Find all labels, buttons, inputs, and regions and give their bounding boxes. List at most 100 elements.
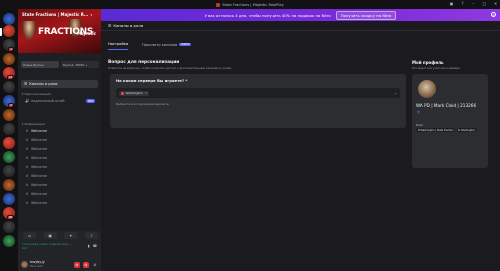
- window-title-text: State Fractions | Majestic RolePlay: [222, 2, 284, 7]
- server-banner[interactable]: State Fractions | Majestic R... ▾ FRACTI…: [18, 9, 101, 53]
- remove-icon[interactable]: ✕: [145, 91, 148, 95]
- server-boost-tags: Новые Братья Братья: 38030 +: [21, 61, 99, 68]
- server-icon[interactable]: 14: [3, 67, 15, 79]
- channel-item[interactable]: # Welcome: [21, 154, 98, 162]
- channels-roles-icon: ☰: [108, 23, 112, 28]
- nitro-promo-text: У вас осталось 4 дня, чтобы получить 40%…: [204, 12, 331, 18]
- inbox-icon[interactable]: ▣: [449, 1, 454, 6]
- minimize-button[interactable]: –: [471, 1, 476, 6]
- chevron-down-icon: ▾: [90, 12, 92, 17]
- new-badge: НОВОЕ: [179, 42, 192, 47]
- activity-icon[interactable]: ✦: [64, 232, 78, 239]
- add-server-icon[interactable]: [3, 235, 15, 247]
- channel-item[interactable]: # Welcome: [21, 136, 98, 144]
- channel-item[interactable]: # Welcome: [21, 199, 98, 207]
- profile-subheading: Это видят все участники сервера: [412, 66, 460, 70]
- soundboard-icon[interactable]: ♪: [84, 232, 98, 239]
- server-icon[interactable]: [3, 53, 15, 65]
- hash-icon: #: [25, 147, 29, 151]
- user-status: Не в сети: [30, 264, 43, 268]
- hash-icon: #: [25, 129, 29, 133]
- banner-figure: [22, 21, 36, 41]
- category-header[interactable]: ▾ Пресонализация: [22, 92, 51, 96]
- hash-icon: #: [25, 183, 29, 187]
- camera-icon[interactable]: ▭: [23, 232, 36, 239]
- headphones-muted-icon[interactable]: ⊘: [83, 262, 89, 268]
- option-icon: [121, 91, 124, 95]
- server-select[interactable]: Washington ✕ ⌄: [116, 88, 400, 98]
- server-icon-state-fractions[interactable]: [3, 25, 15, 37]
- server-icon[interactable]: [3, 151, 15, 163]
- channel-name: Welcome: [31, 138, 48, 142]
- user-panel[interactable]: mayby.jy Не в сети: [21, 261, 45, 268]
- tab-setup[interactable]: Настройка: [108, 42, 129, 50]
- sidebar-item-channels-roles[interactable]: ☰ Каналы и роли: [21, 80, 98, 88]
- server-name[interactable]: State Fractions | Majestic R... ▾: [22, 12, 92, 17]
- window-titlebar: State Fractions | Majestic RolePlay ▣ ? …: [0, 0, 500, 9]
- server-icon[interactable]: [3, 123, 15, 135]
- hash-icon: #: [25, 174, 29, 178]
- profile-section-header: Мой профиль Это видят все участники серв…: [412, 60, 492, 70]
- shield-icon: ⛨: [417, 110, 420, 115]
- channel-item[interactable]: # Welcome: [21, 145, 98, 153]
- server-name-text: State Fractions | Majestic R...: [22, 12, 89, 17]
- selected-option-chip[interactable]: Washington ✕: [119, 90, 150, 96]
- selected-option-label: Washington: [125, 91, 144, 95]
- maximize-button[interactable]: □: [482, 1, 487, 6]
- server-icon[interactable]: [3, 165, 15, 177]
- window-controls: ▣ ? – □ ✕: [449, 1, 498, 6]
- server-icon[interactable]: 5: [3, 95, 15, 107]
- server-icon[interactable]: [3, 221, 15, 233]
- page-header: ☰ Каналы и роли: [101, 21, 500, 31]
- channel-item[interactable]: # Welcome: [21, 127, 98, 135]
- server-icon[interactable]: [3, 179, 15, 191]
- nitro-promo-button[interactable]: Получить скидку на Nitro: [335, 10, 397, 20]
- channel-sidebar: State Fractions | Majestic R... ▾ FRACTI…: [18, 9, 101, 271]
- server-tag[interactable]: Новые Братья: [21, 61, 59, 68]
- chevron-down-icon: ▾: [22, 92, 24, 96]
- avatar: [417, 79, 437, 99]
- tab-browse-channels[interactable]: Просмотр каналов НОВОЕ: [142, 42, 192, 50]
- close-icon[interactable]: ✕: [491, 12, 496, 17]
- hash-icon: #: [25, 201, 29, 205]
- microphone-muted-icon[interactable]: ⊘: [74, 262, 80, 268]
- role-name: Washington: [461, 128, 476, 132]
- disconnect-icon[interactable]: ☎: [93, 244, 97, 248]
- channel-item[interactable]: # Welcome: [21, 190, 98, 198]
- channel-item[interactable]: 🔊 подпольный штаб NEW: [21, 97, 98, 105]
- direct-messages-icon[interactable]: [3, 13, 15, 25]
- category-header[interactable]: ▾ Информация: [22, 122, 45, 126]
- channel-item[interactable]: # Welcome: [21, 163, 98, 171]
- server-icon[interactable]: [3, 193, 15, 205]
- chevron-down-icon[interactable]: ⌄: [394, 91, 397, 95]
- section-subtitle: Ответьте на вопросы, чтобы получить дост…: [108, 66, 233, 70]
- tab-label: Настройка: [108, 42, 129, 46]
- user-controls: ⊘ ⊘ ⚙: [74, 262, 98, 268]
- role-chip: Washington: [456, 128, 477, 132]
- voice-user-panel: ▭ ▣ ✦ ♪ Голосовая связь подключена ... b…: [18, 231, 101, 271]
- server-icon[interactable]: 1: [3, 39, 15, 51]
- roles-list: Washington | State Fraction Washington: [416, 128, 486, 132]
- voice-action-buttons: ▭ ▣ ✦ ♪: [23, 232, 98, 239]
- server-icon[interactable]: 99: [3, 207, 15, 219]
- signal-icon[interactable]: ▮: [88, 244, 90, 248]
- profile-heading: Мой профиль: [412, 60, 444, 65]
- server-icon[interactable]: [3, 81, 15, 93]
- question-label: На каком сервере Вы играете? *: [116, 78, 188, 83]
- voice-status-text: Голосовая связь подключена ...: [22, 242, 73, 246]
- gear-icon[interactable]: ⚙: [92, 262, 98, 268]
- server-icon[interactable]: [3, 137, 15, 149]
- channel-item[interactable]: # Welcome: [21, 181, 98, 189]
- server-icon[interactable]: [3, 109, 15, 121]
- category-label: Информация: [24, 122, 45, 126]
- server-tag[interactable]: Братья: 38030 +: [61, 61, 99, 68]
- channel-item[interactable]: # Welcome: [21, 172, 98, 180]
- close-button[interactable]: ✕: [493, 1, 498, 6]
- screen-share-icon[interactable]: ▣: [43, 232, 57, 239]
- mention-badge: 1: [8, 47, 14, 51]
- channel-name: Welcome: [31, 147, 48, 151]
- help-icon[interactable]: ?: [460, 1, 465, 6]
- profile-card[interactable]: WA PD | Mark Cloid | 213266 ⛨ Роли Washi…: [412, 74, 488, 168]
- hash-icon: #: [25, 165, 29, 169]
- voice-channel-name: bot: [22, 246, 27, 250]
